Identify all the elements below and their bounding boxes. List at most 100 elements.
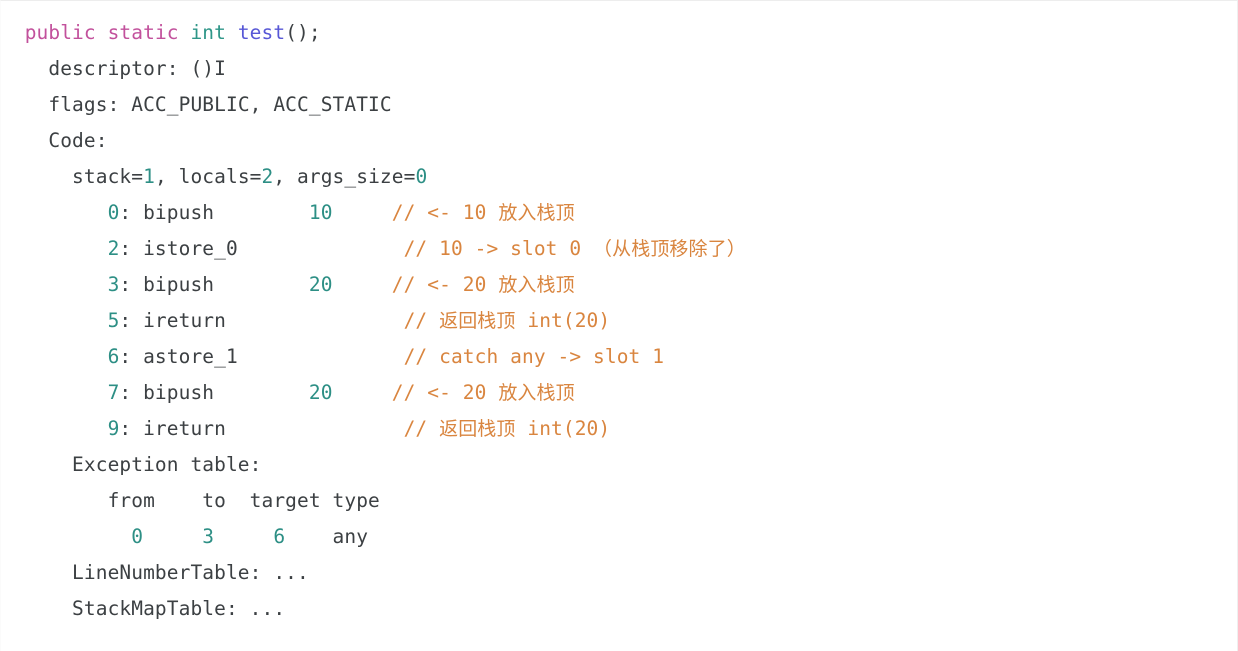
code-line: Code: (1, 123, 1237, 159)
code-token-comment-cjk: 放入栈顶 (498, 382, 575, 404)
code-line: descriptor: ()I (1, 51, 1237, 87)
code-token-comment-cjk: 放入栈顶 (498, 202, 575, 224)
code-token-comment-cjk: 放入栈顶 (498, 274, 575, 296)
code-line: 7: bipush 20 // <- 20 放入栈顶 (1, 375, 1237, 411)
code-token-plain: : ireturn (119, 309, 226, 332)
code-token-number: 0 (415, 165, 428, 188)
code-token-number: 20 (308, 273, 333, 296)
code-token-number: 6 (107, 345, 120, 368)
code-block-panel: public static int test(); descriptor: ()… (0, 0, 1238, 651)
code-line: 6: astore_1 // catch any -> slot 1 (1, 339, 1237, 375)
code-token-plain: : bipush (119, 381, 309, 404)
code-token-comment: // 10 -> slot 0 (403, 237, 594, 260)
code-token-plain: (); (285, 21, 321, 44)
code-line: 5: ireturn // 返回栈顶 int(20) (1, 303, 1237, 339)
code-token-keyword: public (24, 21, 96, 44)
code-token-number: 5 (107, 309, 120, 332)
code-token-function: test (237, 21, 286, 44)
code-token-comment-cjk: 返回栈顶 (439, 310, 516, 332)
code-token-number: 20 (308, 381, 333, 404)
code-line: 0: bipush 10 // <- 10 放入栈顶 (1, 195, 1237, 231)
code-token-number: 2 (107, 237, 120, 260)
code-token-number: 7 (107, 381, 120, 404)
code-line: StackMapTable: ... (1, 591, 1237, 627)
code-token-plain: from to target type (107, 489, 380, 512)
code-token-plain: Code: (48, 129, 108, 152)
code-token-comment: // <- 20 (391, 273, 499, 296)
code-token-comment-cjk: 返回栈顶 (439, 418, 516, 440)
code-token-plain: : bipush (119, 201, 309, 224)
code-line: stack=1, locals=2, args_size=0 (1, 159, 1237, 195)
code-token-number: 0 (107, 201, 120, 224)
code-token-comment-cjk: （从栈顶移除了） (593, 238, 746, 260)
code-token-plain: stack= (72, 165, 144, 188)
code-token-plain: , args_size= (273, 165, 416, 188)
code-token-number: 0 (131, 525, 144, 548)
code-token-plain: flags: ACC_PUBLIC, ACC_STATIC (48, 93, 392, 116)
code-line: 3: bipush 20 // <- 20 放入栈顶 (1, 267, 1237, 303)
code-line: LineNumberTable: ... (1, 555, 1237, 591)
code-token-type: int (190, 21, 226, 44)
code-line: 9: ireturn // 返回栈顶 int(20) (1, 411, 1237, 447)
code-token-plain: Exception table: (72, 453, 262, 476)
code-token-plain: StackMapTable: ... (72, 597, 286, 620)
code-token-plain: , locals= (154, 165, 262, 188)
code-token-comment: // <- 20 (391, 381, 499, 404)
code-line: 0 3 6 any (1, 519, 1237, 555)
code-line: 2: istore_0 // 10 -> slot 0 （从栈顶移除了） (1, 231, 1237, 267)
code-token-number: 3 (107, 273, 120, 296)
code-lines-container[interactable]: public static int test(); descriptor: ()… (1, 15, 1237, 627)
code-token-number: 6 (273, 525, 286, 548)
code-token-number: 9 (107, 417, 120, 440)
code-token-plain: : istore_0 (119, 237, 238, 260)
code-token-comment: int(20) (515, 309, 611, 332)
code-token-comment: // <- 10 (391, 201, 499, 224)
code-token-comment: // catch any -> slot 1 (403, 345, 665, 368)
code-token-plain: descriptor: ()I (48, 57, 226, 80)
code-token-comment: int(20) (515, 417, 611, 440)
code-token-number: 10 (308, 201, 333, 224)
code-token-number: 2 (261, 165, 274, 188)
code-token-plain: : astore_1 (119, 345, 238, 368)
code-token-plain: any (285, 525, 369, 548)
code-token-keyword: static (107, 21, 179, 44)
code-line: flags: ACC_PUBLIC, ACC_STATIC (1, 87, 1237, 123)
code-token-comment: // (403, 309, 440, 332)
code-line: public static int test(); (1, 15, 1237, 51)
code-token-number: 1 (143, 165, 155, 188)
code-line: Exception table: (1, 447, 1237, 483)
code-token-comment: // (403, 417, 440, 440)
code-token-plain: : ireturn (119, 417, 226, 440)
code-token-number: 3 (202, 525, 215, 548)
code-token-plain: LineNumberTable: ... (72, 561, 309, 584)
